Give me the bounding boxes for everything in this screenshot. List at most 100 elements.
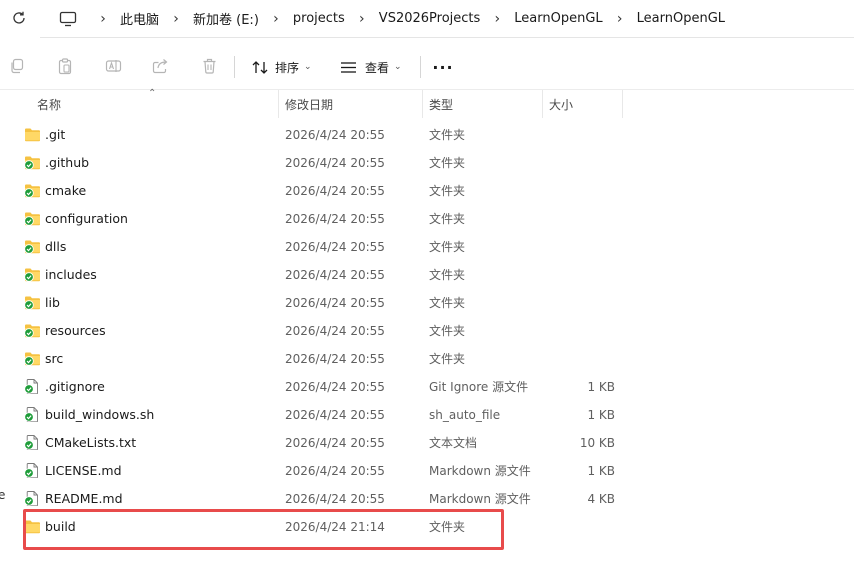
table-row[interactable]: configuration 2026/4/24 20:55 文件夹: [0, 205, 854, 233]
delete-button[interactable]: [200, 57, 218, 75]
file-name[interactable]: README.md: [45, 485, 123, 513]
breadcrumb: › 此电脑 › 新加卷 (E:) › projects › VS2026Proj…: [40, 0, 854, 38]
file-name[interactable]: CMakeLists.txt: [45, 429, 136, 457]
chevron-right-icon[interactable]: ›: [163, 12, 189, 26]
file-name[interactable]: resources: [45, 317, 106, 345]
file-name[interactable]: cmake: [45, 177, 86, 205]
table-row[interactable]: dlls 2026/4/24 20:55 文件夹: [0, 233, 854, 261]
column-resize-handle[interactable]: [278, 90, 279, 118]
file-name[interactable]: .git: [45, 121, 65, 149]
chevron-right-icon[interactable]: ›: [90, 12, 116, 26]
file-date: 2026/4/24 20:55: [285, 240, 385, 254]
folder-synced-icon: [24, 351, 41, 366]
table-row[interactable]: .gitignore 2026/4/24 20:55 Git Ignore 源文件 1…: [0, 373, 854, 401]
copy-button[interactable]: [8, 57, 26, 75]
file-name[interactable]: LICENSE.md: [45, 457, 122, 485]
file-date: 2026/4/24 20:55: [285, 268, 385, 282]
file-name[interactable]: lib: [45, 289, 60, 317]
file-size: 10 KB: [579, 436, 615, 450]
chevron-down-icon: ⌄: [304, 62, 312, 72]
breadcrumb-item[interactable]: LearnOpenGL: [633, 11, 729, 26]
file-name[interactable]: build_windows.sh: [45, 401, 154, 429]
table-row[interactable]: lib 2026/4/24 20:55 文件夹: [0, 289, 854, 317]
file-name[interactable]: dlls: [45, 233, 66, 261]
sort-ascending-icon: ⌃: [148, 88, 157, 99]
file-name[interactable]: src: [45, 345, 63, 373]
file-type: sh_auto_file: [429, 408, 501, 422]
table-row[interactable]: src 2026/4/24 20:55 文件夹: [0, 345, 854, 373]
table-row[interactable]: build 2026/4/24 21:14 文件夹: [0, 513, 854, 541]
file-size: [545, 289, 615, 317]
chevron-right-icon[interactable]: ›: [607, 12, 633, 26]
file-date: 2026/4/24 20:55: [285, 352, 385, 366]
breadcrumb-item[interactable]: 此电脑: [116, 9, 163, 28]
file-synced-icon: [24, 435, 41, 451]
file-type: 文本文档: [429, 436, 478, 450]
breadcrumb-item[interactable]: LearnOpenGL: [510, 11, 606, 26]
file-synced-icon: [24, 463, 41, 479]
refresh-button[interactable]: [10, 9, 28, 27]
file-date: 2026/4/24 20:55: [285, 212, 385, 226]
file-date: 2026/4/24 20:55: [285, 492, 385, 506]
view-label: 查看: [365, 60, 390, 75]
rename-button[interactable]: [104, 57, 122, 75]
file-type: 文件夹: [429, 296, 466, 310]
chevron-right-icon[interactable]: ›: [263, 12, 289, 26]
computer-icon[interactable]: [58, 10, 78, 28]
column-header-name[interactable]: 名称: [37, 90, 61, 118]
file-size: [545, 261, 615, 289]
column-resize-handle[interactable]: [622, 90, 623, 118]
file-size: [545, 121, 615, 149]
file-name[interactable]: includes: [45, 261, 97, 289]
column-header-size[interactable]: 大小: [549, 90, 573, 118]
refresh-icon: [13, 11, 25, 24]
file-size: [545, 345, 615, 373]
file-type: Markdown 源文件: [429, 464, 531, 478]
table-row[interactable]: resources 2026/4/24 20:55 文件夹: [0, 317, 854, 345]
paste-button[interactable]: [56, 57, 74, 75]
folder-synced-icon: [24, 267, 41, 282]
file-type: Markdown 源文件: [429, 492, 531, 506]
file-size: 1 KB: [587, 408, 615, 422]
table-row[interactable]: cmake 2026/4/24 20:55 文件夹: [0, 177, 854, 205]
table-row[interactable]: LICENSE.md 2026/4/24 20:55 Markdown 源文件 1 K…: [0, 457, 854, 485]
table-row[interactable]: README.md 2026/4/24 20:55 Markdown 源文件 4 KB: [0, 485, 854, 513]
breadcrumb-item[interactable]: 新加卷 (E:): [189, 9, 263, 28]
file-size: [545, 177, 615, 205]
file-size: 4 KB: [587, 492, 615, 506]
breadcrumb-item[interactable]: projects: [289, 11, 349, 26]
file-size: 1 KB: [587, 380, 615, 394]
file-name[interactable]: .gitignore: [45, 373, 105, 401]
file-name[interactable]: build: [45, 513, 76, 541]
file-name[interactable]: configuration: [45, 205, 128, 233]
view-button[interactable]: 查看 ⌄: [340, 54, 402, 80]
breadcrumb-item[interactable]: VS2026Projects: [375, 11, 484, 26]
file-type: Git Ignore 源文件: [429, 380, 529, 394]
column-header-type[interactable]: 类型: [429, 90, 453, 118]
chevron-right-icon[interactable]: ›: [349, 12, 375, 26]
column-resize-handle[interactable]: [542, 90, 543, 118]
table-row[interactable]: includes 2026/4/24 20:55 文件夹: [0, 261, 854, 289]
file-size: [545, 513, 615, 541]
folder-synced-icon: [24, 155, 41, 170]
folder-synced-icon: [24, 295, 41, 310]
file-size: [545, 233, 615, 261]
table-row[interactable]: .github 2026/4/24 20:55 文件夹: [0, 149, 854, 177]
more-options-button[interactable]: ···: [432, 54, 454, 80]
file-type: 文件夹: [429, 268, 466, 282]
trash-icon: [203, 58, 215, 74]
toolbar-divider: [234, 56, 235, 78]
column-header-date[interactable]: 修改日期: [285, 90, 333, 118]
sort-label: 排序: [275, 60, 300, 75]
file-synced-icon: [24, 491, 41, 507]
sort-button[interactable]: 排序 ⌄: [252, 54, 312, 80]
table-row[interactable]: CMakeLists.txt 2026/4/24 20:55 文本文档 10 KB: [0, 429, 854, 457]
column-resize-handle[interactable]: [422, 90, 423, 118]
table-row[interactable]: .git 2026/4/24 20:55 文件夹: [0, 121, 854, 149]
file-name[interactable]: .github: [45, 149, 89, 177]
file-size: [545, 205, 615, 233]
chevron-right-icon[interactable]: ›: [484, 12, 510, 26]
table-row[interactable]: build_windows.sh 2026/4/24 20:55 sh_auto_f…: [0, 401, 854, 429]
share-button[interactable]: [151, 57, 169, 75]
file-date: 2026/4/24 20:55: [285, 464, 385, 478]
